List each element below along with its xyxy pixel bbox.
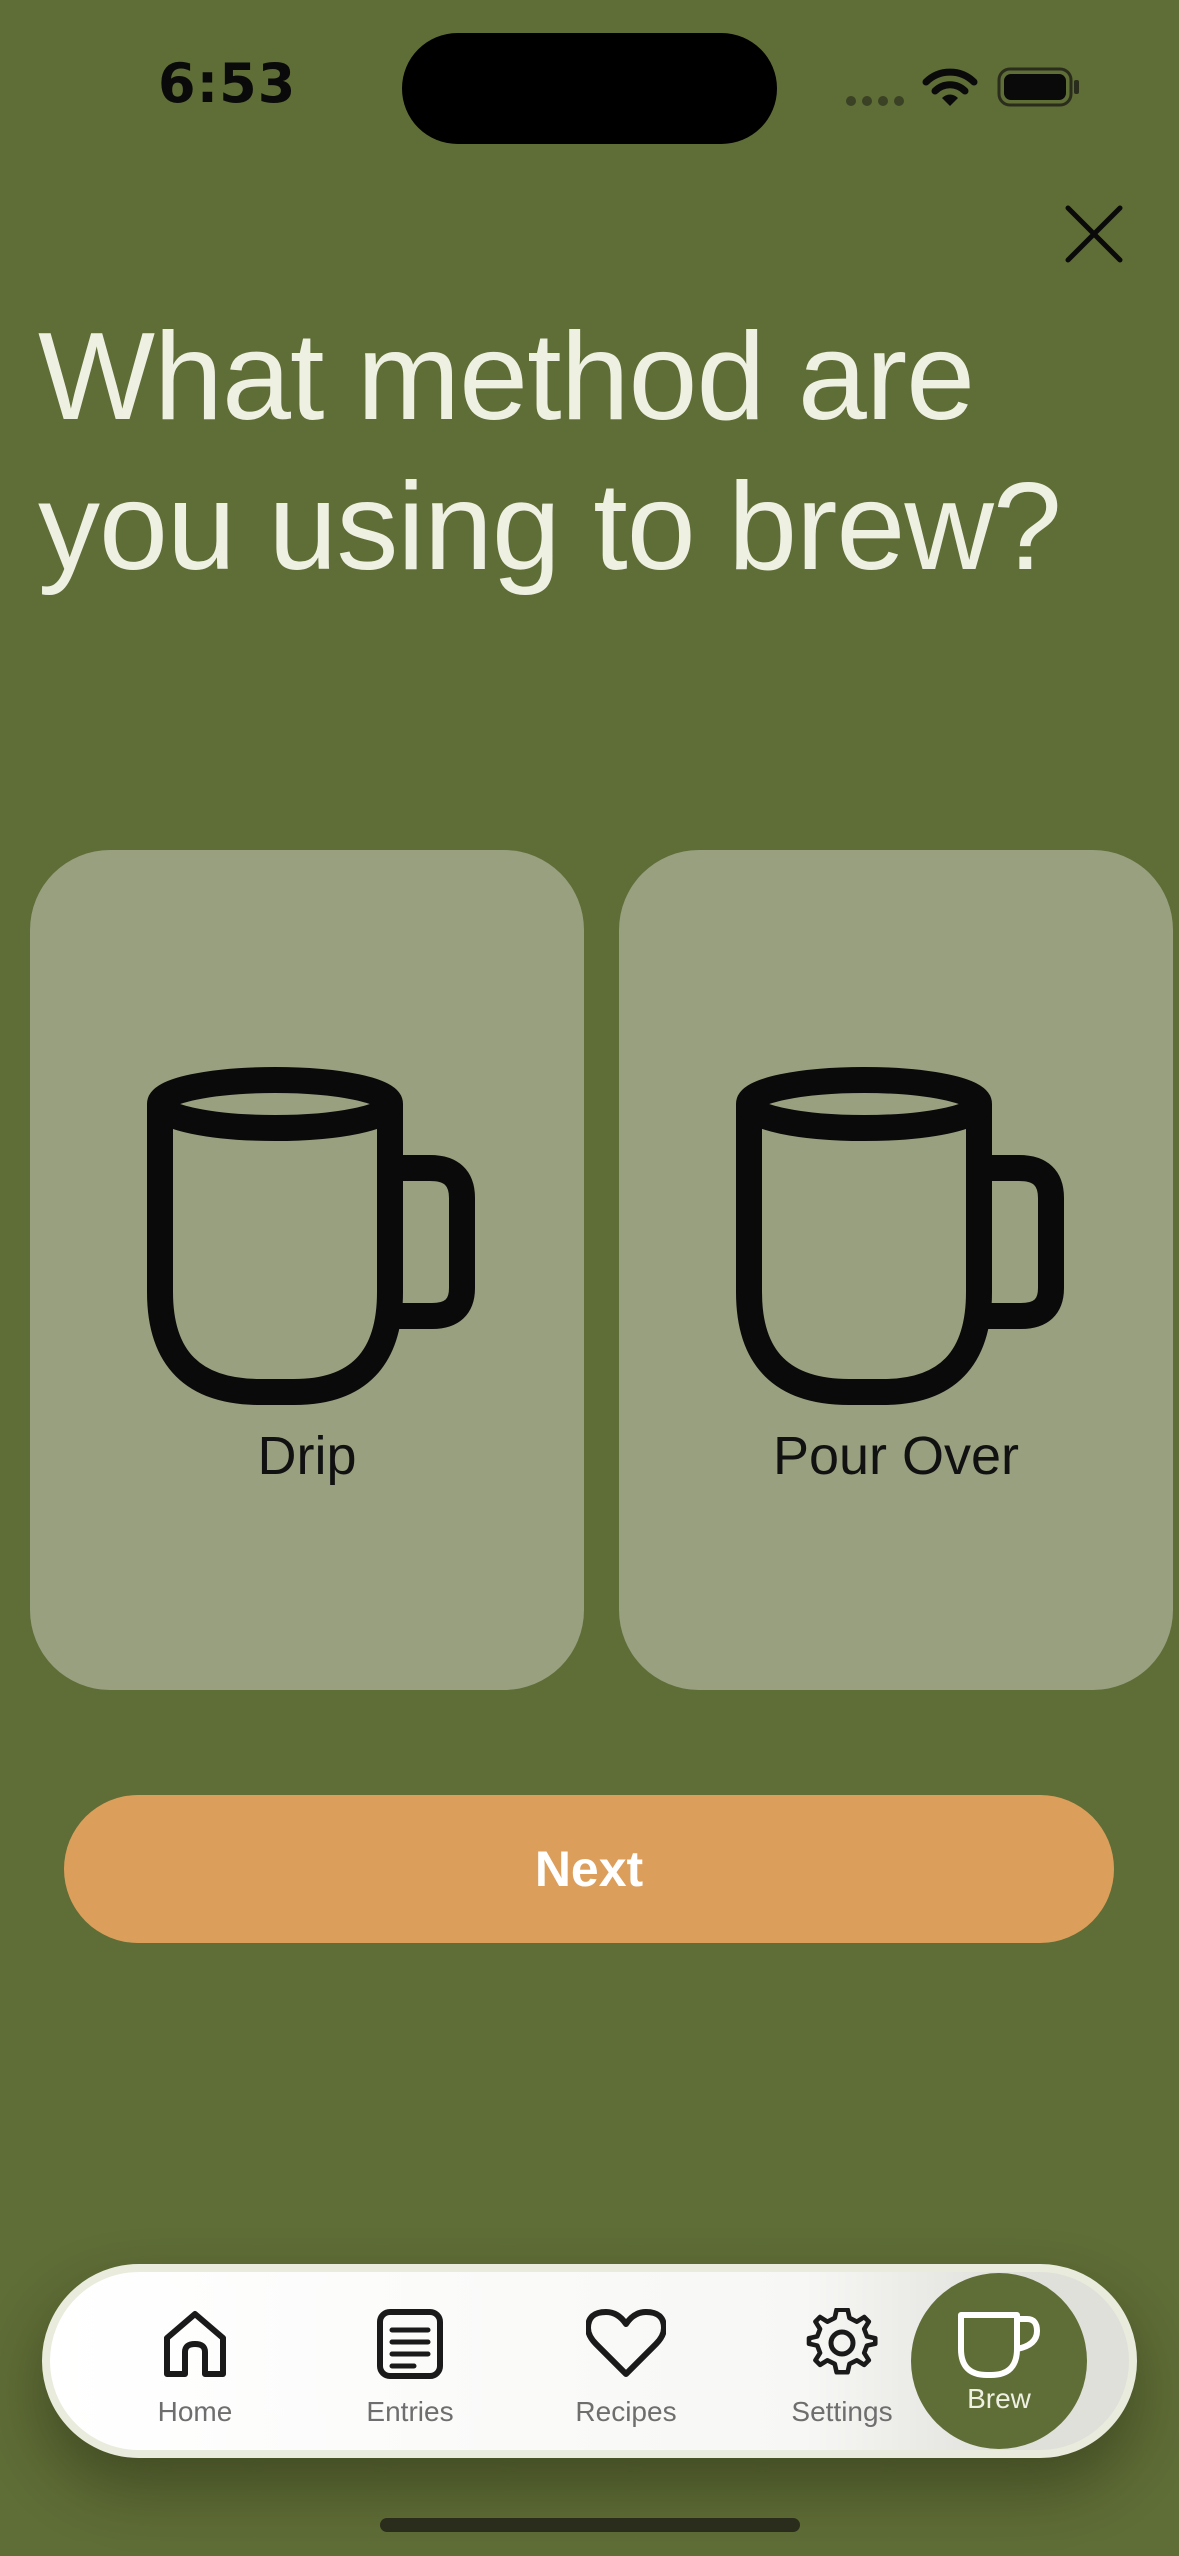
gear-icon [806,2308,878,2375]
cellular-signal-icon [846,96,904,106]
question-title: What method are you using to brew? [38,308,1062,596]
tab-brew[interactable]: Brew [911,2273,1087,2449]
tab-label-brew: Brew [967,2383,1031,2414]
tab-recipes[interactable]: Recipes [536,2272,716,2450]
option-label-pour-over: Pour Over [772,1426,1020,1486]
status-time: 6:53 [158,52,297,115]
tab-label-home: Home [157,2396,233,2427]
heart-icon [586,2309,666,2377]
document-list-icon [377,2309,443,2379]
tab-label-recipes: Recipes [575,2396,677,2427]
home-indicator[interactable] [380,2518,800,2532]
battery-icon [997,67,1079,107]
option-card-pour-over[interactable]: Pour Over [619,850,1173,1690]
house-icon [164,2311,226,2377]
wifi-icon [922,68,978,106]
status-bar: 6:53 [0,0,1179,170]
dynamic-island [402,33,777,144]
mug-icon [147,1067,475,1405]
tab-settings[interactable]: Settings [752,2272,932,2450]
next-button[interactable]: Next [64,1795,1114,1943]
option-card-drip[interactable]: Drip [30,850,584,1690]
tab-home[interactable]: Home [105,2272,285,2450]
tab-label-entries: Entries [366,2396,454,2427]
mug-icon [736,1067,1064,1405]
close-button[interactable] [1050,190,1138,278]
option-label-drip: Drip [257,1426,357,1486]
tab-entries[interactable]: Entries [320,2272,500,2450]
close-icon [1065,205,1123,263]
tab-label-settings: Settings [791,2396,893,2427]
cup-icon [958,2312,1040,2378]
